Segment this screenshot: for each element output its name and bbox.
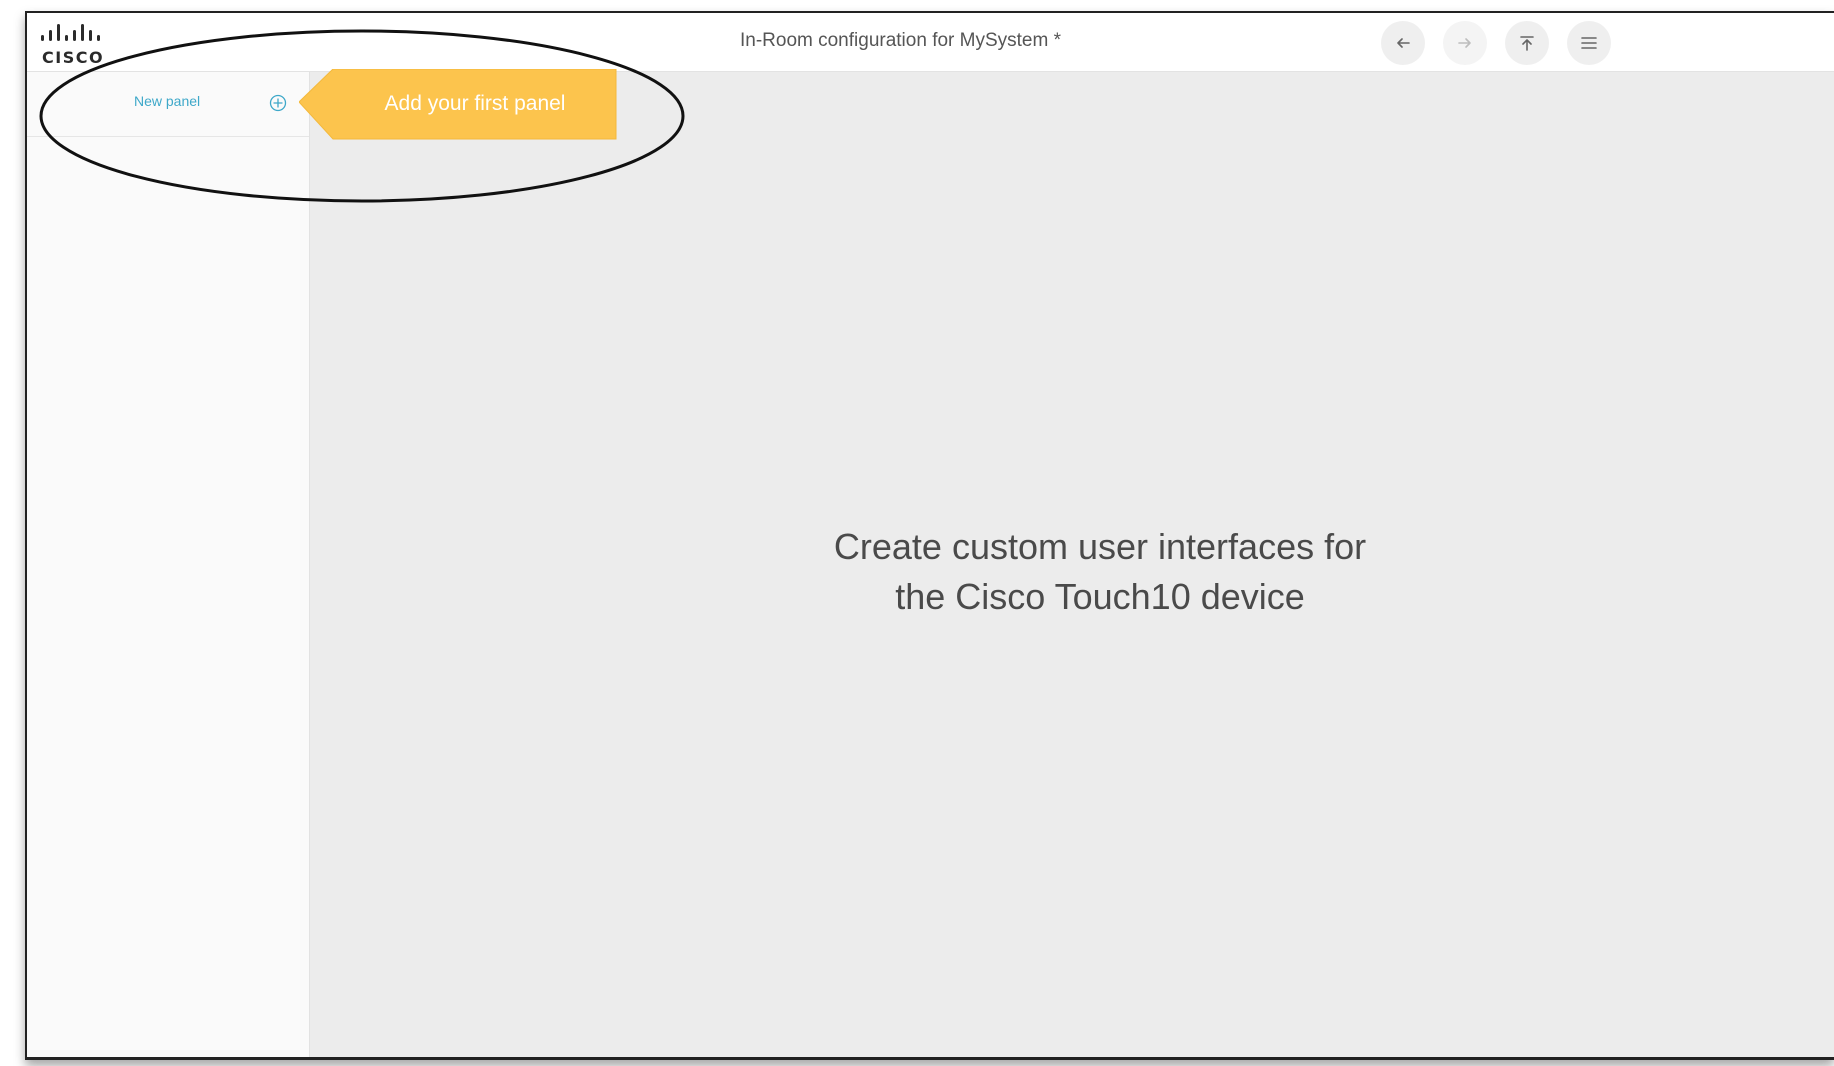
- menu-icon: [1581, 37, 1597, 49]
- upload-button[interactable]: [1505, 21, 1549, 65]
- editor-canvas: Create custom user interfaces for the Ci…: [310, 72, 1834, 1057]
- tooltip-text: Add your first panel: [384, 92, 566, 115]
- redo-icon: [1458, 38, 1471, 48]
- empty-state-line-2: the Cisco Touch10 device: [895, 576, 1305, 617]
- upload-icon: [1520, 36, 1534, 51]
- panel-sidebar: New panel: [27, 72, 310, 1057]
- empty-state-message: Create custom user interfaces for the Ci…: [750, 522, 1450, 622]
- page-title: In-Room configuration for MySystem *: [739, 30, 1061, 51]
- new-panel-row[interactable]: New panel: [27, 72, 309, 137]
- header-bar: CISCO In-Room configuration for MySystem…: [27, 13, 1834, 72]
- empty-state-line-1: Create custom user interfaces for: [833, 526, 1367, 567]
- new-panel-link[interactable]: New panel: [134, 93, 200, 109]
- first-panel-tooltip: Add your first panel: [299, 69, 619, 141]
- undo-button[interactable]: [1381, 21, 1425, 65]
- undo-icon: [1397, 38, 1410, 48]
- menu-button[interactable]: [1567, 21, 1611, 65]
- app-window: CISCO In-Room configuration for MySystem…: [25, 11, 1834, 1060]
- redo-button[interactable]: [1443, 21, 1487, 65]
- plus-circle-icon[interactable]: [269, 94, 287, 112]
